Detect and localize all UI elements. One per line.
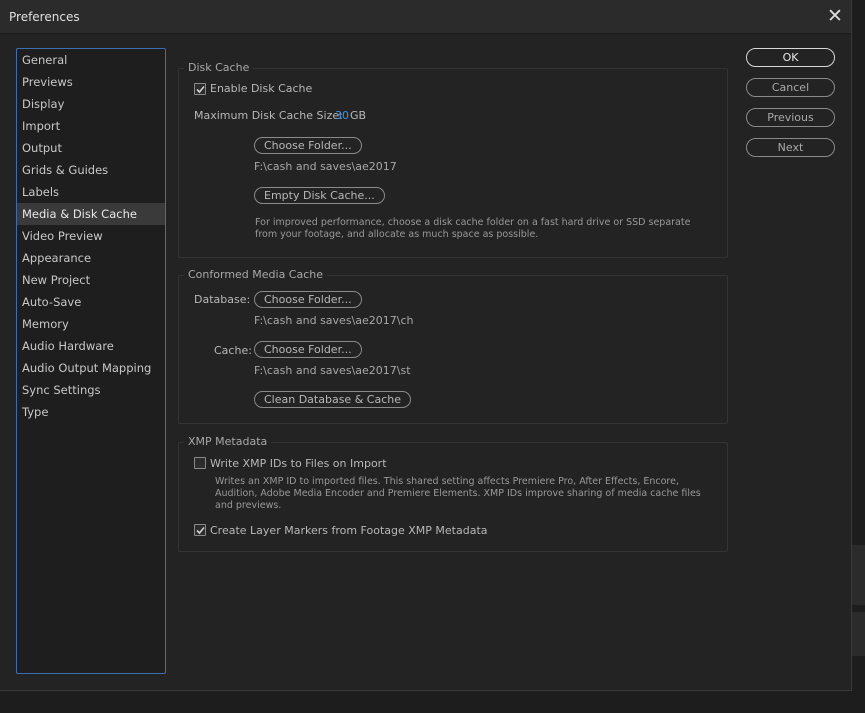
disk-cache-group: Disk Cache Enable Disk Cache Maximum Dis… (178, 61, 728, 258)
create-layer-markers-label: Create Layer Markers from Footage XMP Me… (210, 524, 488, 537)
checkmark-icon (196, 526, 205, 535)
write-xmp-ids-label: Write XMP IDs to Files on Import (210, 457, 387, 470)
window-title: Preferences (9, 10, 80, 24)
sidebar-item-general[interactable]: General (17, 49, 165, 71)
disk-cache-title: Disk Cache (184, 61, 254, 74)
sidebar-item-video-preview[interactable]: Video Preview (17, 225, 165, 247)
title-bar: Preferences ✕ (0, 0, 851, 34)
sidebar-item-import[interactable]: Import (17, 115, 165, 137)
sidebar-item-audio-output-mapping[interactable]: Audio Output Mapping (17, 357, 165, 379)
cache-label: Cache: (214, 344, 252, 357)
sidebar-list: General Previews Display Import Output Grids … (17, 49, 165, 423)
database-label: Database: (194, 293, 251, 306)
disk-cache-info: For improved performance, choose a disk … (255, 217, 691, 240)
max-cache-size-value[interactable]: 30 (335, 109, 349, 122)
sidebar-item-appearance[interactable]: Appearance (17, 247, 165, 269)
sidebar-item-labels[interactable]: Labels (17, 181, 165, 203)
sidebar-item-audio-hardware[interactable]: Audio Hardware (17, 335, 165, 357)
sidebar-item-auto-save[interactable]: Auto-Save (17, 291, 165, 313)
database-path: F:\cash and saves\ae2017\ch (254, 314, 414, 327)
conformed-media-cache-group: Conformed Media Cache Database: Choose F… (178, 268, 728, 424)
sidebar-item-previews[interactable]: Previews (17, 71, 165, 93)
checkmark-icon (196, 85, 205, 94)
sidebar-item-media-disk-cache[interactable]: Media & Disk Cache (17, 203, 165, 225)
background-panel-edge (852, 545, 865, 605)
background-panel-edge (852, 612, 865, 656)
clean-database-cache-button[interactable]: Clean Database & Cache (254, 391, 411, 408)
sidebar-item-new-project[interactable]: New Project (17, 269, 165, 291)
conformed-media-cache-title: Conformed Media Cache (184, 268, 328, 281)
xmp-metadata-title: XMP Metadata (184, 435, 272, 448)
xmp-metadata-group: XMP Metadata Write XMP IDs to Files on I… (178, 435, 728, 552)
sidebar-item-memory[interactable]: Memory (17, 313, 165, 335)
cache-path: F:\cash and saves\ae2017\st (254, 364, 411, 377)
enable-disk-cache-label: Enable Disk Cache (210, 82, 313, 95)
preferences-dialog: Preferences ✕ General Previews Display Impo… (0, 0, 852, 691)
enable-disk-cache-checkbox[interactable] (194, 83, 206, 95)
max-cache-size-label: Maximum Disk Cache Size: (194, 109, 343, 122)
sidebar-item-grids-guides[interactable]: Grids & Guides (17, 159, 165, 181)
disk-cache-folder-path: F:\cash and saves\ae2017 (254, 160, 397, 173)
sidebar-item-type[interactable]: Type (17, 401, 165, 423)
cache-choose-folder-button[interactable]: Choose Folder... (254, 341, 362, 358)
close-icon[interactable]: ✕ (819, 0, 851, 33)
previous-button[interactable]: Previous (746, 108, 835, 127)
sidebar-item-output[interactable]: Output (17, 137, 165, 159)
ok-button[interactable]: OK (746, 48, 835, 67)
sidebar-item-sync-settings[interactable]: Sync Settings (17, 379, 165, 401)
max-cache-size-unit: GB (350, 109, 367, 122)
cancel-button[interactable]: Cancel (746, 78, 835, 97)
write-xmp-info: Writes an XMP ID to imported files. This… (215, 476, 701, 511)
database-choose-folder-button[interactable]: Choose Folder... (254, 291, 362, 308)
sidebar-item-display[interactable]: Display (17, 93, 165, 115)
write-xmp-ids-checkbox[interactable] (194, 457, 206, 469)
empty-disk-cache-button[interactable]: Empty Disk Cache... (254, 187, 385, 204)
next-button[interactable]: Next (746, 138, 835, 157)
disk-cache-choose-folder-button[interactable]: Choose Folder... (254, 137, 362, 154)
sidebar: General Previews Display Import Output Grids … (16, 48, 166, 674)
create-layer-markers-checkbox[interactable] (194, 524, 206, 536)
